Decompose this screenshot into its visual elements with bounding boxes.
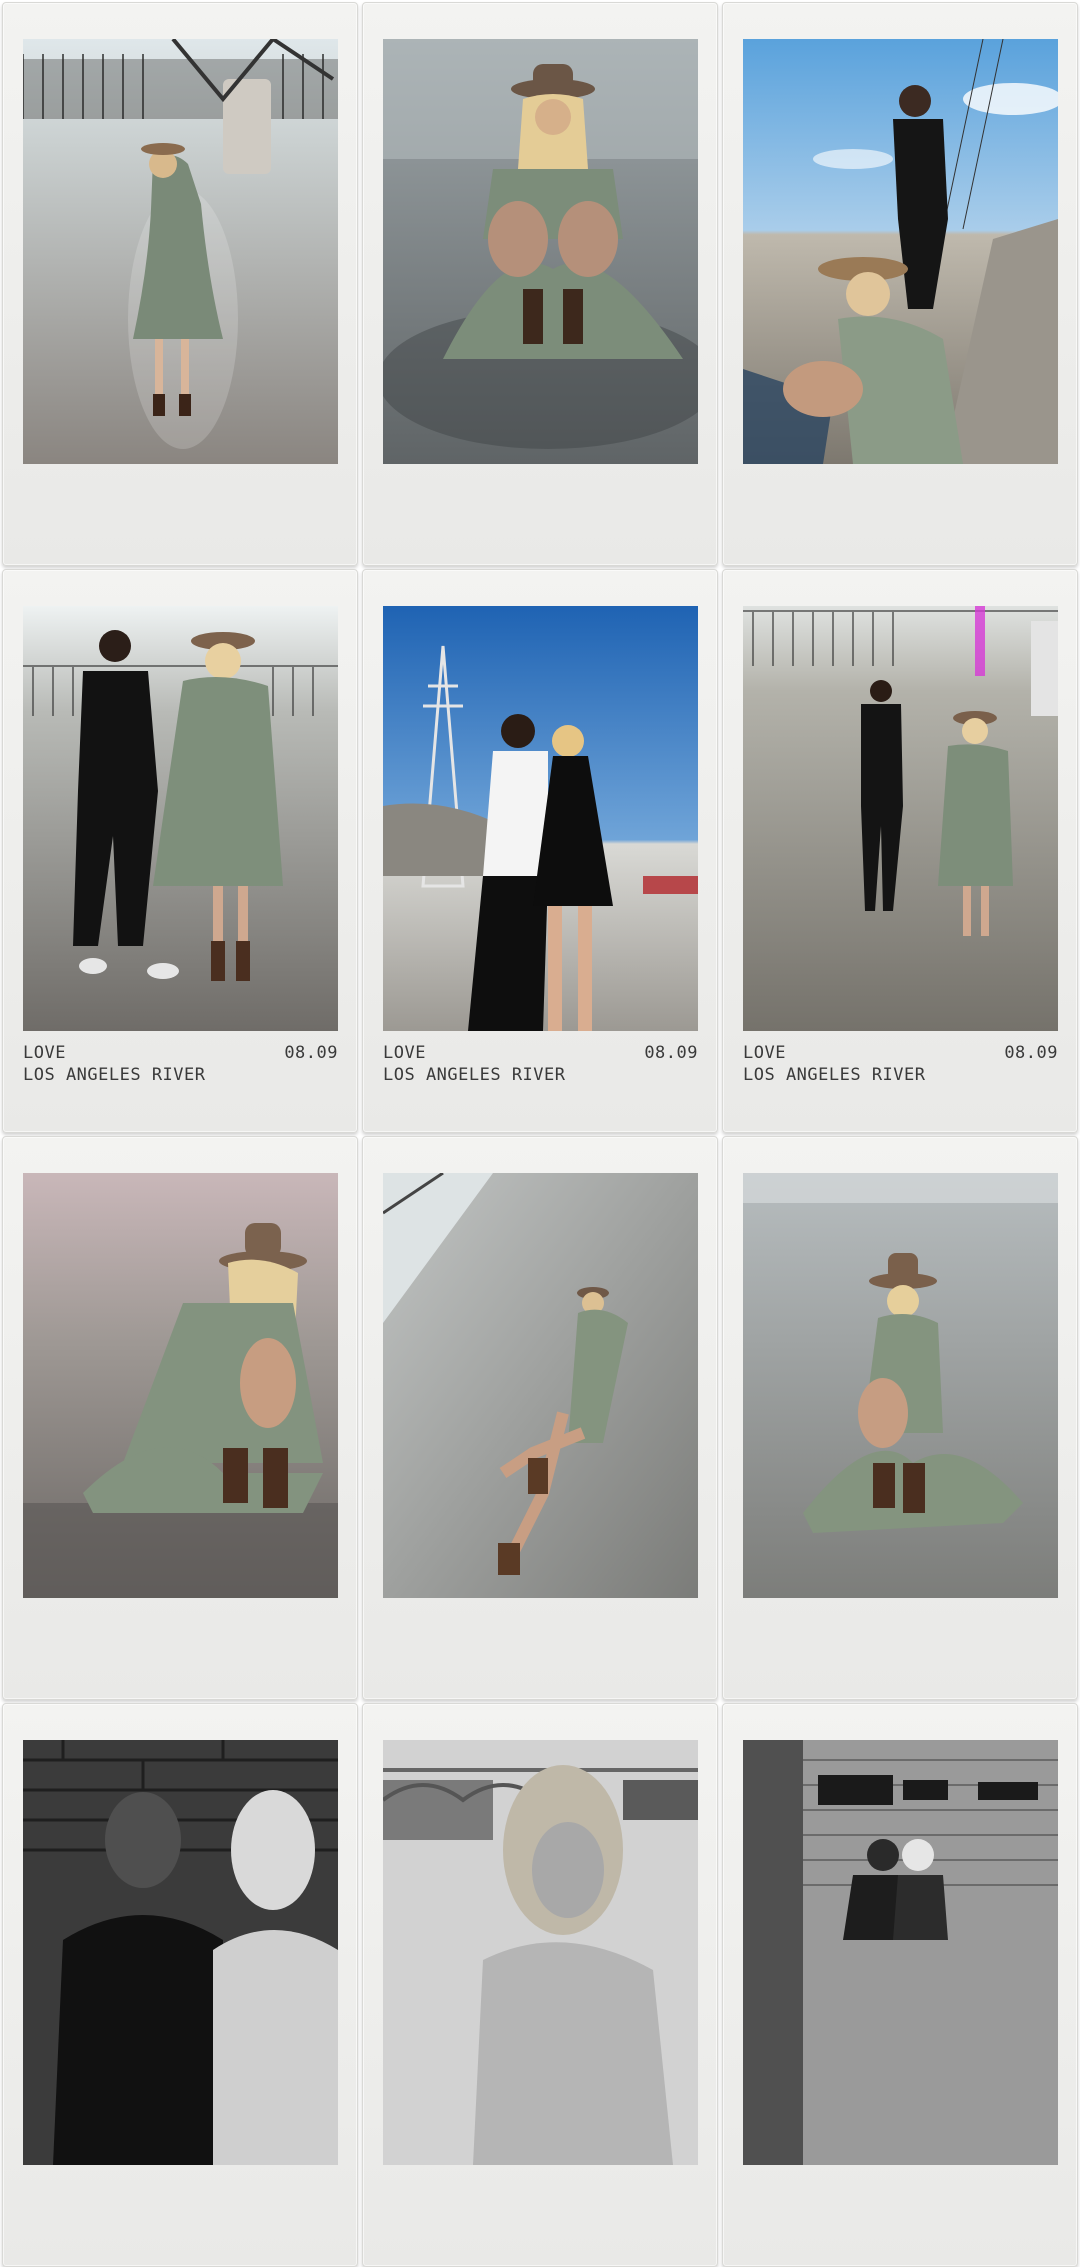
photo[interactable] [743, 1173, 1058, 1598]
polaroid-grid: LOVE 08.09 LOS ANGELES RIVER LOVE 08.09 … [0, 0, 1080, 2267]
caption-date: 08.09 [1004, 1043, 1058, 1063]
photo[interactable] [383, 606, 698, 1031]
polaroid-card[interactable] [722, 2, 1078, 566]
photo[interactable] [743, 39, 1058, 464]
photo[interactable] [23, 1740, 338, 2165]
polaroid-card[interactable] [362, 2, 718, 566]
caption: LOVE 08.09 LOS ANGELES RIVER [743, 1042, 1058, 1086]
photo[interactable] [23, 1173, 338, 1598]
photo[interactable] [23, 39, 338, 464]
photo[interactable] [743, 606, 1058, 1031]
polaroid-card[interactable]: LOVE 08.09 LOS ANGELES RIVER [362, 569, 718, 1133]
caption-location: LOS ANGELES RIVER [23, 1065, 206, 1085]
caption-location: LOS ANGELES RIVER [743, 1065, 926, 1085]
caption-title: LOVE [743, 1043, 786, 1063]
caption-date: 08.09 [644, 1043, 698, 1063]
polaroid-card[interactable] [2, 2, 358, 566]
caption-title: LOVE [383, 1043, 426, 1063]
polaroid-card[interactable] [362, 1136, 718, 1700]
caption-location: LOS ANGELES RIVER [383, 1065, 566, 1085]
polaroid-card[interactable] [2, 1703, 358, 2267]
caption-date: 08.09 [284, 1043, 338, 1063]
photo[interactable] [383, 39, 698, 464]
caption-title: LOVE [23, 1043, 66, 1063]
photo[interactable] [383, 1740, 698, 2165]
polaroid-card[interactable] [722, 1136, 1078, 1700]
polaroid-card[interactable]: LOVE 08.09 LOS ANGELES RIVER [2, 569, 358, 1133]
polaroid-card[interactable] [722, 1703, 1078, 2267]
photo[interactable] [383, 1173, 698, 1598]
photo[interactable] [743, 1740, 1058, 2165]
caption: LOVE 08.09 LOS ANGELES RIVER [383, 1042, 698, 1086]
caption: LOVE 08.09 LOS ANGELES RIVER [23, 1042, 338, 1086]
polaroid-card[interactable] [2, 1136, 358, 1700]
polaroid-card[interactable] [362, 1703, 718, 2267]
polaroid-card[interactable]: LOVE 08.09 LOS ANGELES RIVER [722, 569, 1078, 1133]
photo[interactable] [23, 606, 338, 1031]
